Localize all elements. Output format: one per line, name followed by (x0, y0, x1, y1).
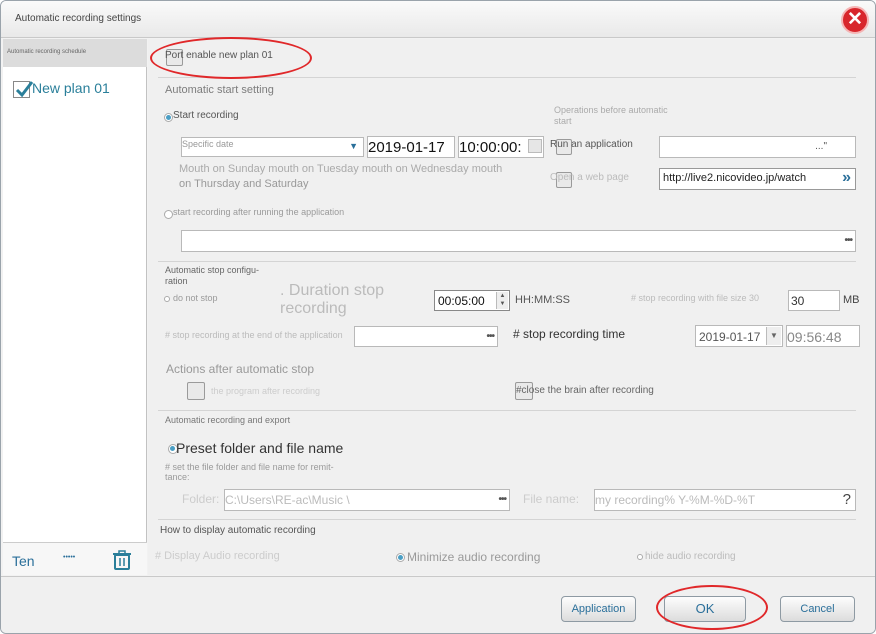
time-spinner[interactable] (528, 139, 542, 153)
filesize-label: # stop recording with file size 30 (631, 293, 760, 303)
start-recording-label: Start recording (173, 110, 239, 121)
stop-time-value: 09:56:48 (787, 329, 842, 345)
ops-title-line2: start (554, 116, 572, 126)
duration-stop-line1: . Duration stop (280, 282, 385, 299)
display-audio-option[interactable]: # Display Audio recording (155, 550, 280, 562)
app-path-field[interactable]: ••• (181, 230, 856, 252)
display-title: How to display automatic recording (160, 525, 316, 536)
minimize-audio-radio[interactable] (396, 553, 405, 562)
stop-title-line1: Automatic stop configu- (165, 265, 260, 275)
date-mode-value: Specific date (182, 139, 234, 149)
end-app-label: # stop recording at the end of the appli… (165, 330, 343, 340)
do-not-stop-label: do not stop (173, 293, 218, 303)
sidebar-footer: Ten ••••• (3, 542, 147, 575)
apply-button[interactable]: Application (561, 596, 636, 622)
actions-title: Actions after automatic stop (166, 362, 315, 376)
filesize-field[interactable]: 30 (788, 290, 840, 311)
plan-name: New plan 01 (32, 80, 110, 96)
end-app-browse[interactable]: ••• (486, 331, 494, 342)
stop-time-field[interactable]: 09:56:48 (786, 325, 860, 347)
preset-label: Preset folder and file name (176, 440, 344, 456)
custom-label-line1: # set the file folder and file name for … (165, 462, 334, 472)
start-section-title: Automatic start setting (165, 84, 274, 96)
chevron-down-icon: ▼ (349, 141, 358, 151)
end-app-path-field[interactable]: ••• (354, 326, 498, 347)
do-not-stop-radio[interactable] (164, 296, 170, 302)
folder-browse[interactable]: ••• (498, 494, 506, 505)
date-mode-select[interactable]: Specific date ▼ (181, 137, 364, 157)
help-icon[interactable]: ? (843, 491, 851, 508)
settings-window: Automatic recording settings ✕ Automatic… (0, 0, 876, 634)
start-time-value: 10:00:00: (459, 139, 522, 156)
divider (158, 519, 856, 520)
open-page-label: Open a web page (550, 172, 629, 183)
ops-title-line1: Operations before automatic (554, 105, 668, 115)
duration-field[interactable]: 00:05:00 ▲ ▼ (434, 290, 510, 311)
plan-checkbox[interactable] (13, 81, 34, 98)
export-title: Automatic recording and export (165, 415, 291, 425)
custom-label-line2: tance: (165, 472, 190, 482)
filename-label: File name: (523, 492, 580, 506)
url-field[interactable]: http://live2.nicovideo.jp/watch » (659, 168, 856, 190)
filesize-value: 30 (791, 294, 805, 308)
window-title: Automatic recording settings (15, 13, 142, 24)
divider (158, 77, 856, 78)
start-recording-radio[interactable] (164, 113, 173, 122)
filename-value: my recording% Y-%M-%D-%T (595, 493, 756, 507)
minimize-audio-label: Minimize audio recording (407, 550, 541, 564)
close-icon[interactable]: ✕ (841, 6, 869, 34)
close-brain-label: #close the brain after recording (516, 385, 654, 396)
start-after-app-label: start recording after running the applic… (173, 207, 345, 217)
start-date-field[interactable]: 2019-01-17 (367, 136, 455, 158)
stop-time-label: # stop recording time (513, 327, 626, 341)
hide-audio-label: hide audio recording (645, 551, 736, 562)
start-after-app-radio[interactable] (164, 210, 173, 219)
settings-panel: Port enable new plan 01 Automatic start … (148, 39, 875, 575)
duration-format: HH:MM:SS (515, 294, 570, 306)
app-path-browse[interactable]: ••• (844, 235, 852, 246)
hide-audio-radio[interactable] (637, 554, 643, 560)
dialog-footer: Application OK Cancel (1, 576, 875, 633)
days-text-line2: on Thursday and Saturday (179, 178, 309, 190)
ok-button[interactable]: OK (664, 596, 746, 622)
filename-field[interactable]: my recording% Y-%M-%D-%T ? (594, 489, 856, 511)
title-bar: Automatic recording settings ✕ (1, 1, 875, 38)
enable-plan-label: Port enable new plan 01 (165, 50, 273, 61)
sidebar-header: Automatic recording schedule (3, 39, 147, 67)
trash-icon[interactable] (111, 549, 133, 576)
cancel-button[interactable]: Cancel (780, 596, 855, 622)
duration-spinner[interactable]: ▲ ▼ (496, 292, 508, 309)
stop-date-field[interactable]: 2019-01-17 ▼ (695, 325, 783, 347)
stop-date-value: 2019-01-17 (699, 330, 761, 344)
exit-program-checkbox[interactable] (187, 382, 205, 400)
go-arrow-icon[interactable]: » (842, 169, 851, 187)
folder-field[interactable]: C:\Users\RE-ac\Music \ ••• (224, 489, 510, 511)
add-plan-button[interactable]: Ten (12, 553, 35, 569)
divider (158, 410, 856, 411)
start-date-value: 2019-01-17 (368, 139, 445, 156)
exit-program-label: the program after recording (211, 386, 321, 396)
days-text-line1: Mouth on Sunday mouth on Tuesday mouth o… (179, 163, 503, 175)
url-value: http://live2.nicovideo.jp/watch (663, 172, 807, 184)
duration-value: 00:05:00 (438, 294, 485, 308)
folder-value: C:\Users\RE-ac\Music \ (225, 493, 350, 507)
divider (158, 261, 856, 262)
filesize-unit: MB (843, 294, 860, 306)
stop-title-line2: ration (165, 276, 188, 286)
plan-sidebar: Automatic recording schedule New plan 01… (3, 39, 147, 575)
duration-stop-line2: recording (280, 300, 347, 317)
folder-label: Folder: (182, 492, 220, 506)
run-app-path-field[interactable]: ..." (659, 136, 856, 158)
edit-plan-button[interactable]: ••••• (63, 554, 75, 561)
run-app-label: Run an application (550, 139, 633, 150)
run-app-browse[interactable]: ..." (815, 141, 827, 152)
chevron-down-icon[interactable]: ▼ (766, 327, 781, 345)
